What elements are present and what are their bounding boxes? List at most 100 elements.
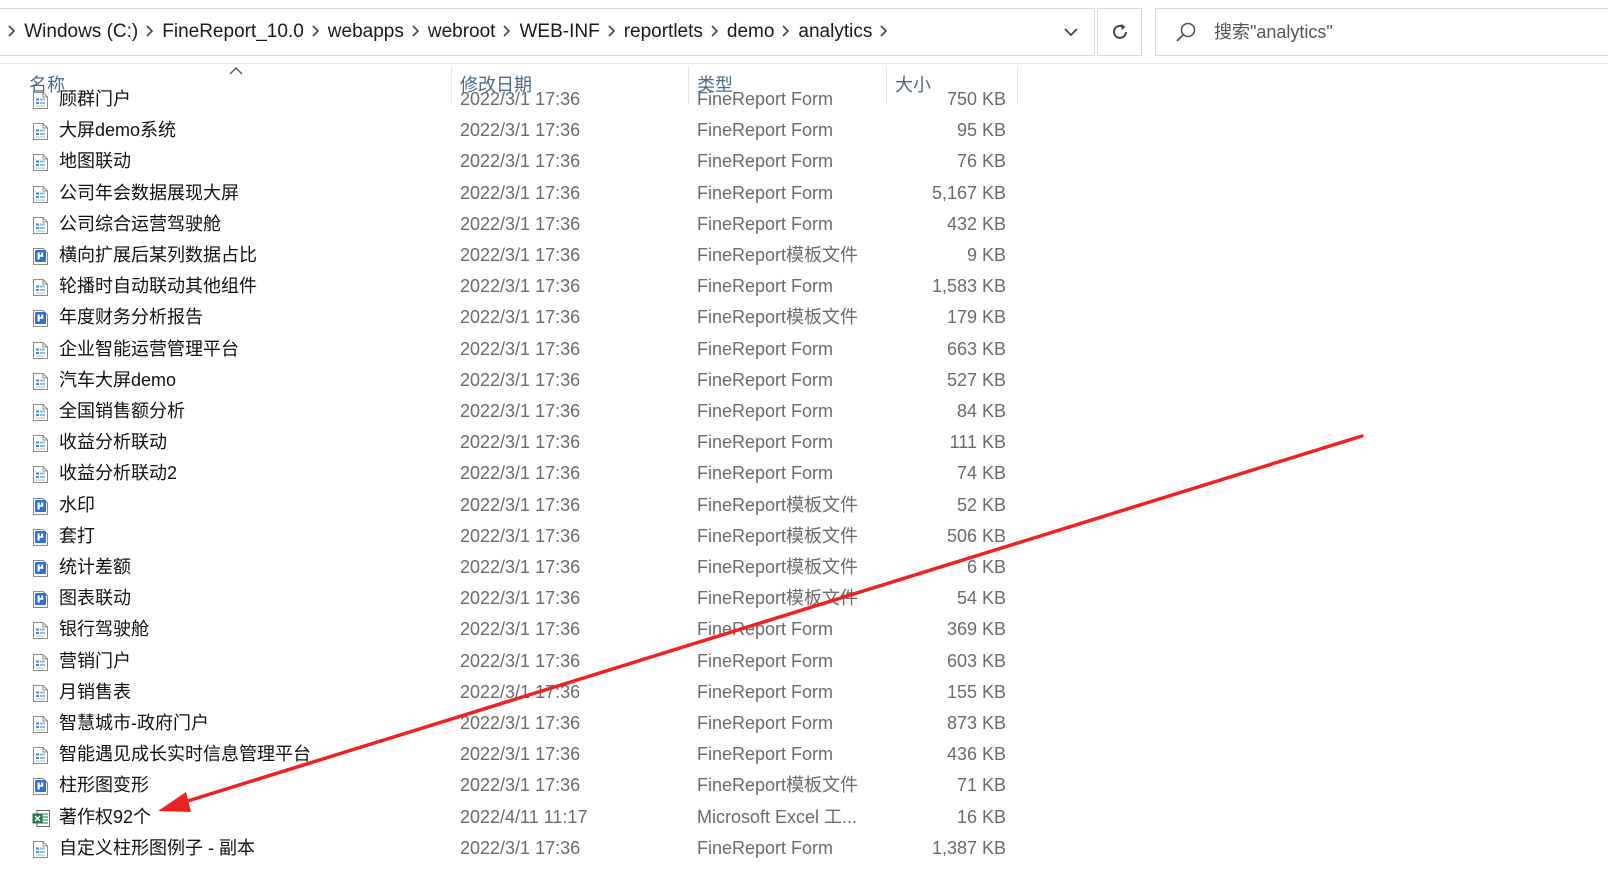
file-type: FineReport模板文件: [697, 775, 859, 796]
file-name: 年度财务分析报告: [59, 307, 203, 328]
file-modified-date: 2022/3/1 17:36: [460, 245, 581, 265]
breadcrumb: iWindows (C:)FineReport_10.0webappswebro…: [0, 9, 896, 55]
file-row[interactable]: 银行驾驶舱 2022/3/1 17:36 FineReport Form 369 KB: [0, 614, 1018, 645]
breadcrumb-item[interactable]: WEB-INF: [519, 21, 599, 43]
file-row[interactable]: 公司综合运营驾驶舱 2022/3/1 17:36 FineReport Form 43…: [0, 209, 1018, 240]
file-modified-date: 2022/3/1 17:36: [460, 681, 581, 702]
breadcrumb-chevron-icon[interactable]: [502, 24, 511, 41]
breadcrumb-item[interactable]: reportlets: [624, 21, 703, 43]
file-size: 527 KB: [946, 369, 1006, 390]
breadcrumb-item[interactable]: Windows (C:): [24, 21, 138, 43]
form-icon: [32, 372, 49, 391]
file-modified-date: 2022/3/1 17:36: [460, 151, 581, 172]
file-row[interactable]: 轮播时自动联动其他组件 2022/3/1 17:36 FineReport Form…: [0, 271, 1018, 302]
form-icon: [32, 153, 49, 172]
file-type: FineReport Form: [697, 120, 834, 141]
refresh-icon: [1112, 24, 1127, 39]
file-type: FineReport模板文件: [697, 588, 859, 609]
breadcrumb-item[interactable]: analytics: [798, 21, 872, 43]
form-icon: [32, 185, 49, 204]
address-bar[interactable]: iWindows (C:)FineReport_10.0webappswebro…: [0, 8, 1095, 56]
file-row[interactable]: 自定义柱形图例子 - 副本 2022/3/1 17:36 FineReport Fo…: [0, 833, 1018, 864]
breadcrumb-chevron-icon[interactable]: [411, 24, 419, 41]
file-row[interactable]: 水印 2022/3/1 17:36 FineReport模板文件 52 KB: [0, 490, 1018, 521]
excel-icon: [32, 809, 50, 828]
file-size: 74 KB: [956, 463, 1006, 484]
file-size: 9 KB: [966, 245, 1006, 265]
file-modified-date: 2022/3/1 17:36: [460, 775, 581, 796]
file-modified-date: 2022/3/1 17:36: [460, 338, 581, 359]
file-type: FineReport Form: [697, 713, 834, 733]
file-row[interactable]: 图表联动 2022/3/1 17:36 FineReport模板文件 54 KB: [0, 583, 1018, 614]
file-modified-date: 2022/3/1 17:36: [460, 401, 581, 421]
file-modified-date: 2022/3/1 17:36: [460, 494, 581, 515]
breadcrumb-item[interactable]: FineReport_10.0: [162, 21, 304, 43]
form-icon: [32, 684, 49, 703]
breadcrumb-item[interactable]: demo: [727, 21, 775, 43]
file-name: 智慧城市-政府门户: [59, 713, 209, 733]
file-type: FineReport Form: [697, 432, 834, 453]
sort-ascending-icon: [229, 64, 243, 78]
file-name: 自定义柱形图例子 - 副本: [59, 837, 255, 858]
file-size: 179 KB: [946, 307, 1006, 328]
form-icon: [32, 91, 49, 110]
file-row[interactable]: 地图联动 2022/3/1 17:36 FineReport Form 76 KB: [0, 146, 1018, 177]
file-row[interactable]: 顾群门户 2022/3/1 17:36 FineReport Form 750 KB: [0, 85, 1018, 115]
file-row[interactable]: 收益分析联动 2022/3/1 17:36 FineReport Form 111 K…: [0, 427, 1018, 458]
file-row[interactable]: 营销门户 2022/3/1 17:36 FineReport Form 603 KB: [0, 646, 1018, 677]
breadcrumb-chevron-icon[interactable]: [145, 24, 154, 41]
breadcrumb-chevron-icon[interactable]: [311, 24, 319, 41]
file-size: 1,583 KB: [931, 276, 1006, 297]
file-modified-date: 2022/3/1 17:36: [460, 432, 581, 453]
file-row[interactable]: 智慧城市-政府门户 2022/3/1 17:36 FineReport Form 87…: [0, 708, 1018, 739]
file-size: 111 KB: [949, 432, 1006, 453]
file-type: FineReport模板文件: [697, 245, 859, 265]
file-row[interactable]: 套打 2022/3/1 17:36 FineReport模板文件 506 KB: [0, 521, 1018, 552]
breadcrumb-item[interactable]: webapps: [328, 21, 404, 43]
file-row[interactable]: 公司年会数据展现大屏 2022/3/1 17:36 FineReport Form 5…: [0, 178, 1018, 209]
file-row[interactable]: 智能遇见成长实时信息管理平台 2022/3/1 17:36 FineReport F…: [0, 739, 1018, 770]
breadcrumb-chevron-icon[interactable]: [879, 24, 888, 41]
form-icon: [32, 653, 49, 672]
file-size: 369 KB: [946, 619, 1006, 640]
file-row[interactable]: 全国销售额分析 2022/3/1 17:36 FineReport Form 84 K…: [0, 396, 1018, 427]
file-type: FineReport Form: [697, 463, 834, 484]
breadcrumb-chevron-icon[interactable]: [710, 24, 719, 41]
file-row[interactable]: 大屏demo系统 2022/3/1 17:36 FineReport Form 95 …: [0, 115, 1018, 146]
breadcrumb-item[interactable]: webroot: [428, 21, 496, 43]
file-row[interactable]: 统计差额 2022/3/1 17:36 FineReport模板文件 6 KB: [0, 552, 1018, 583]
file-type: FineReport Form: [697, 369, 834, 390]
search-box[interactable]: [1155, 8, 1608, 56]
file-row[interactable]: 年度财务分析报告 2022/3/1 17:36 FineReport模板文件 179 …: [0, 302, 1018, 333]
address-dropdown-chevron-icon[interactable]: [1048, 9, 1094, 55]
search-input[interactable]: [1212, 20, 1576, 44]
file-row[interactable]: 月销售表 2022/3/1 17:36 FineReport Form 155 KB: [0, 677, 1018, 708]
form-icon: [32, 746, 49, 765]
file-size: 52 KB: [956, 494, 1006, 515]
file-type: FineReport Form: [697, 650, 834, 671]
file-modified-date: 2022/3/1 17:36: [460, 650, 581, 671]
template-icon: [32, 590, 49, 609]
file-name: 银行驾驶舱: [59, 619, 149, 640]
file-row[interactable]: 著作权92个 2022/4/11 11:17 Microsoft Excel 工..…: [0, 802, 1018, 833]
file-type: FineReport Form: [697, 89, 834, 109]
file-name: 水印: [59, 494, 95, 515]
file-name: 全国销售额分析: [59, 401, 185, 421]
file-size: 1,387 KB: [931, 837, 1006, 858]
breadcrumb-chevron-icon[interactable]: [781, 24, 790, 41]
breadcrumb-chevron-icon[interactable]: [7, 24, 16, 41]
file-size: 71 KB: [956, 775, 1006, 796]
file-row[interactable]: 汽车大屏demo 2022/3/1 17:36 FineReport Form 527…: [0, 365, 1018, 396]
file-row[interactable]: 收益分析联动2 2022/3/1 17:36 FineReport Form 74 K…: [0, 458, 1018, 489]
file-modified-date: 2022/3/1 17:36: [460, 713, 581, 733]
file-size: 750 KB: [946, 89, 1006, 109]
file-row[interactable]: 柱形图变形 2022/3/1 17:36 FineReport模板文件 71 KB: [0, 770, 1018, 801]
file-name: 公司年会数据展现大屏: [59, 182, 239, 203]
file-size: 436 KB: [946, 744, 1006, 765]
file-row[interactable]: 横向扩展后某列数据占比 2022/3/1 17:36 FineReport模板文件 9…: [0, 240, 1018, 271]
file-name: 套打: [59, 525, 95, 546]
breadcrumb-chevron-icon[interactable]: [607, 24, 615, 41]
form-icon: [32, 341, 49, 360]
refresh-button[interactable]: [1097, 8, 1142, 56]
file-row[interactable]: 企业智能运营管理平台 2022/3/1 17:36 FineReport Form 6…: [0, 334, 1018, 365]
